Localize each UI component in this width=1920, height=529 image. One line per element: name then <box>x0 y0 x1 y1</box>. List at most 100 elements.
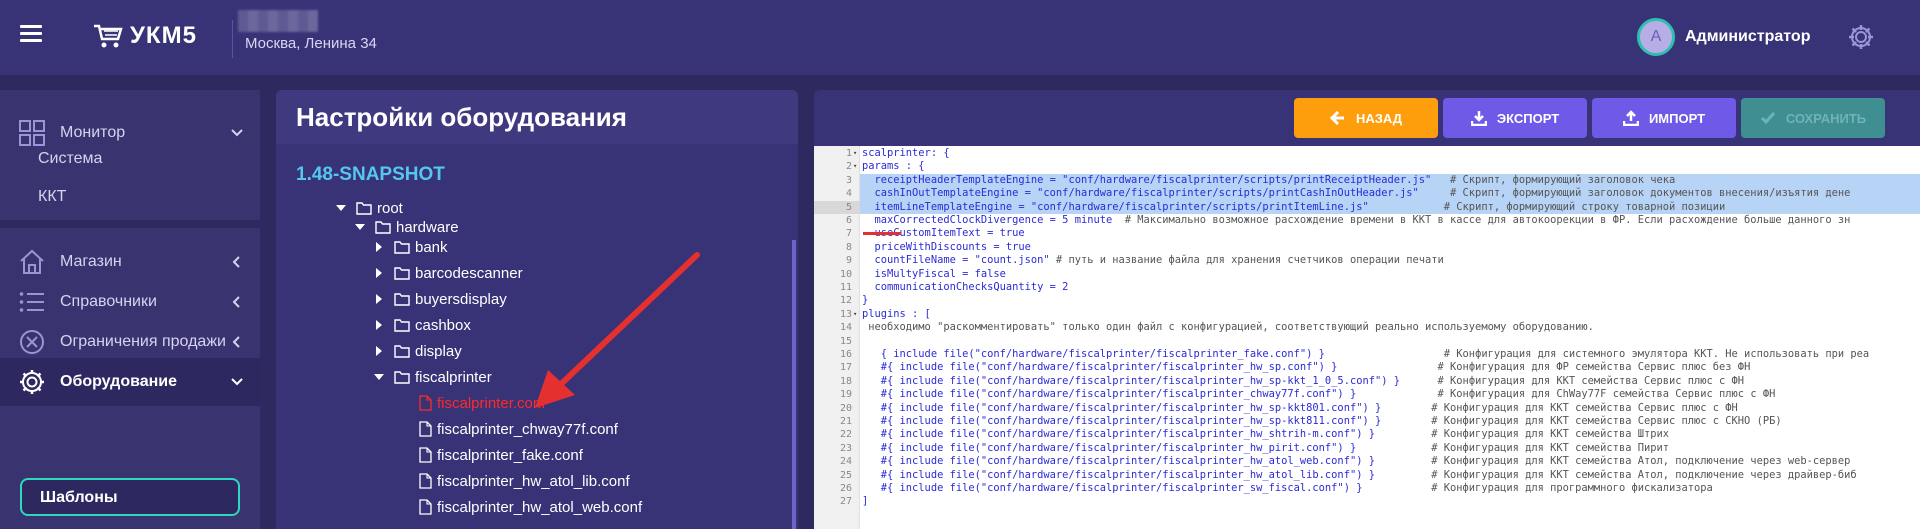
code-editor[interactable]: 1 ▾ scalprinter: {2 ▾ params : {3 receiptHea… <box>814 146 1920 529</box>
caret-right-icon[interactable] <box>372 344 386 358</box>
code-line[interactable]: 16 { include file("conf/hardware/fiscalp… <box>814 348 1920 361</box>
code-line[interactable]: 13 ▾ plugins : [ <box>814 308 1920 321</box>
code-text: { include file("conf/hardware/fiscalprin… <box>862 348 1870 360</box>
code-line[interactable]: 15 <box>814 335 1920 348</box>
code-line[interactable]: 5 itemLineTemplateEngine = "conf/hardwar… <box>814 201 1920 214</box>
version-label[interactable]: 1.48-SNAPSHOT <box>296 164 445 186</box>
avatar[interactable]: А <box>1637 18 1675 56</box>
caret-right-icon[interactable] <box>372 240 386 254</box>
sidebar-subitem-kkt[interactable]: ККТ <box>38 188 66 206</box>
chevron-down-icon <box>231 378 243 386</box>
menu-icon[interactable] <box>20 25 42 43</box>
code-line[interactable]: 19 #{ include file("conf/hardware/fiscal… <box>814 388 1920 401</box>
code-text: #{ include file("conf/hardware/fiscalpri… <box>862 428 1669 441</box>
code-line[interactable]: 25 #{ include file("conf/hardware/fiscal… <box>814 469 1920 482</box>
code-line[interactable]: 12} <box>814 294 1920 307</box>
line-number: 2 <box>845 161 852 173</box>
sidebar-divider <box>0 220 260 228</box>
line-number: 7 <box>845 228 852 240</box>
page-title: Настройки оборудования <box>296 102 627 132</box>
sidebar-item-equipment[interactable]: Оборудование <box>0 358 260 406</box>
code-text: #{ include file("conf/hardware/fiscalpri… <box>862 468 1857 481</box>
folder-icon <box>394 371 410 384</box>
caret-right-icon[interactable] <box>372 318 386 332</box>
caret-down-icon[interactable] <box>334 201 348 215</box>
arrow-left-icon <box>1329 110 1344 126</box>
dashboard-icon <box>19 120 45 146</box>
fold-caret-icon[interactable]: ▾ <box>853 147 857 160</box>
user-menu[interactable]: А Администратор <box>1637 18 1810 56</box>
tree-file[interactable]: fiscalprinter_hw_atol_lib.conf <box>419 470 630 492</box>
header-divider <box>232 20 233 58</box>
tree-folder[interactable]: hardware <box>353 216 459 238</box>
line-number: 10 <box>839 268 852 280</box>
tree-folder[interactable]: bank <box>372 236 448 258</box>
top-header: УКМ5 Москва, Ленина 34 А Администратор <box>0 0 1920 75</box>
gear-icon[interactable] <box>1846 22 1876 52</box>
tree-node-label: fiscalprinter <box>415 368 492 386</box>
code-line[interactable]: 21 #{ include file("conf/hardware/fiscal… <box>814 415 1920 428</box>
tree-node-label: bank <box>415 238 448 256</box>
folder-icon <box>394 241 410 254</box>
import-label: ИМПОРТ <box>1648 110 1706 126</box>
code-line[interactable]: 24 #{ include file("conf/hardware/fiscal… <box>814 455 1920 468</box>
folder-icon <box>394 267 410 280</box>
logo[interactable]: УКМ5 <box>92 22 197 50</box>
code-line[interactable]: 11 communicationChecksQuantity = 2 <box>814 281 1920 294</box>
code-line[interactable]: 22 #{ include file("conf/hardware/fiscal… <box>814 428 1920 441</box>
line-number: 14 <box>839 322 852 334</box>
tree-folder[interactable]: display <box>372 340 462 362</box>
code-line[interactable]: 3 receiptHeaderTemplateEngine = "conf/ha… <box>814 174 1920 187</box>
caret-down-icon[interactable] <box>372 370 386 384</box>
line-number: 21 <box>839 416 852 427</box>
code-line[interactable]: 4 cashInOutTemplateEngine = "conf/hardwa… <box>814 187 1920 200</box>
code-line[interactable]: 27] <box>814 495 1920 508</box>
back-button[interactable]: НАЗАД <box>1294 98 1438 138</box>
code-line[interactable]: 14 необходимо "раскомментировать" только… <box>814 321 1920 334</box>
code-line[interactable]: 18 #{ include file("conf/hardware/fiscal… <box>814 375 1920 388</box>
code-line[interactable]: 9 countFileName = "count.json" # путь и … <box>814 254 1920 267</box>
download-icon <box>1470 111 1487 126</box>
user-name[interactable]: Администратор <box>1685 28 1810 46</box>
tree-file[interactable]: fiscalprinter_chway77f.conf <box>419 418 618 440</box>
code-line[interactable]: 17 #{ include file("conf/hardware/fiscal… <box>814 361 1920 374</box>
line-number: 22 <box>839 429 852 441</box>
code-line[interactable]: 23 #{ include file("conf/hardware/fiscal… <box>814 442 1920 455</box>
code-line[interactable]: 1 ▾ scalprinter: { <box>814 147 1920 160</box>
fold-caret-icon[interactable]: ▾ <box>853 308 857 321</box>
fold-caret-icon[interactable]: ▾ <box>853 160 857 173</box>
tree-folder[interactable]: buyersdisplay <box>372 288 507 310</box>
code-line[interactable]: 8 priceWithDiscounts = true <box>814 241 1920 254</box>
tree-node-label: root <box>377 199 403 217</box>
caret-down-icon[interactable] <box>353 220 367 234</box>
code-line[interactable]: 26 #{ include file("conf/hardware/fiscal… <box>814 482 1920 495</box>
tree-node-label: cashbox <box>415 316 471 334</box>
logo-text: УКМ5 <box>130 22 197 49</box>
caret-right-icon[interactable] <box>372 292 386 306</box>
code-line[interactable]: 10 isMultyFiscal = false <box>814 268 1920 281</box>
code-line[interactable]: 7 useCustomItemText = true <box>814 227 1920 240</box>
sidebar-subitem-system[interactable]: Система <box>38 150 102 168</box>
block-icon <box>20 330 44 354</box>
tree-file[interactable]: fiscalprinter.conf <box>419 392 545 414</box>
line-number: 15 <box>839 335 852 347</box>
code-text: #{ include file("conf/hardware/fiscalpri… <box>862 361 1751 374</box>
save-button[interactable]: СОХРАНИТЬ <box>1741 98 1885 138</box>
editor-panel: НАЗАД ЭКСПОРТ ИМПОРТ СОХРАНИТЬ 1 ▾ scalpri… <box>814 90 1920 529</box>
code-line[interactable]: 2 ▾ params : { <box>814 160 1920 173</box>
tree-file[interactable]: fiscalprinter_hw_atol_web.conf <box>419 496 642 518</box>
sidebar-subitem-templates[interactable]: Шаблоны <box>20 478 240 516</box>
tree-file[interactable]: fiscalprinter_fake.conf <box>419 444 583 466</box>
tree-folder[interactable]: barcodescanner <box>372 262 523 284</box>
code-line[interactable]: 20 #{ include file("conf/hardware/fiscal… <box>814 402 1920 415</box>
sidebar-item-label: Ограничения продажи <box>60 333 226 350</box>
caret-right-icon[interactable] <box>372 266 386 280</box>
export-button[interactable]: ЭКСПОРТ <box>1443 98 1587 138</box>
code-line[interactable]: 6 maxCorrectedClockDivergence = 5 minute… <box>814 214 1920 227</box>
tree-folder[interactable]: cashbox <box>372 314 471 336</box>
import-button[interactable]: ИМПОРТ <box>1592 98 1736 138</box>
tree-folder[interactable]: fiscalprinter <box>372 366 492 388</box>
line-number: 3 <box>845 174 852 186</box>
tree-scrollbar[interactable] <box>792 240 796 529</box>
tree-node-label: fiscalprinter.conf <box>437 394 546 412</box>
